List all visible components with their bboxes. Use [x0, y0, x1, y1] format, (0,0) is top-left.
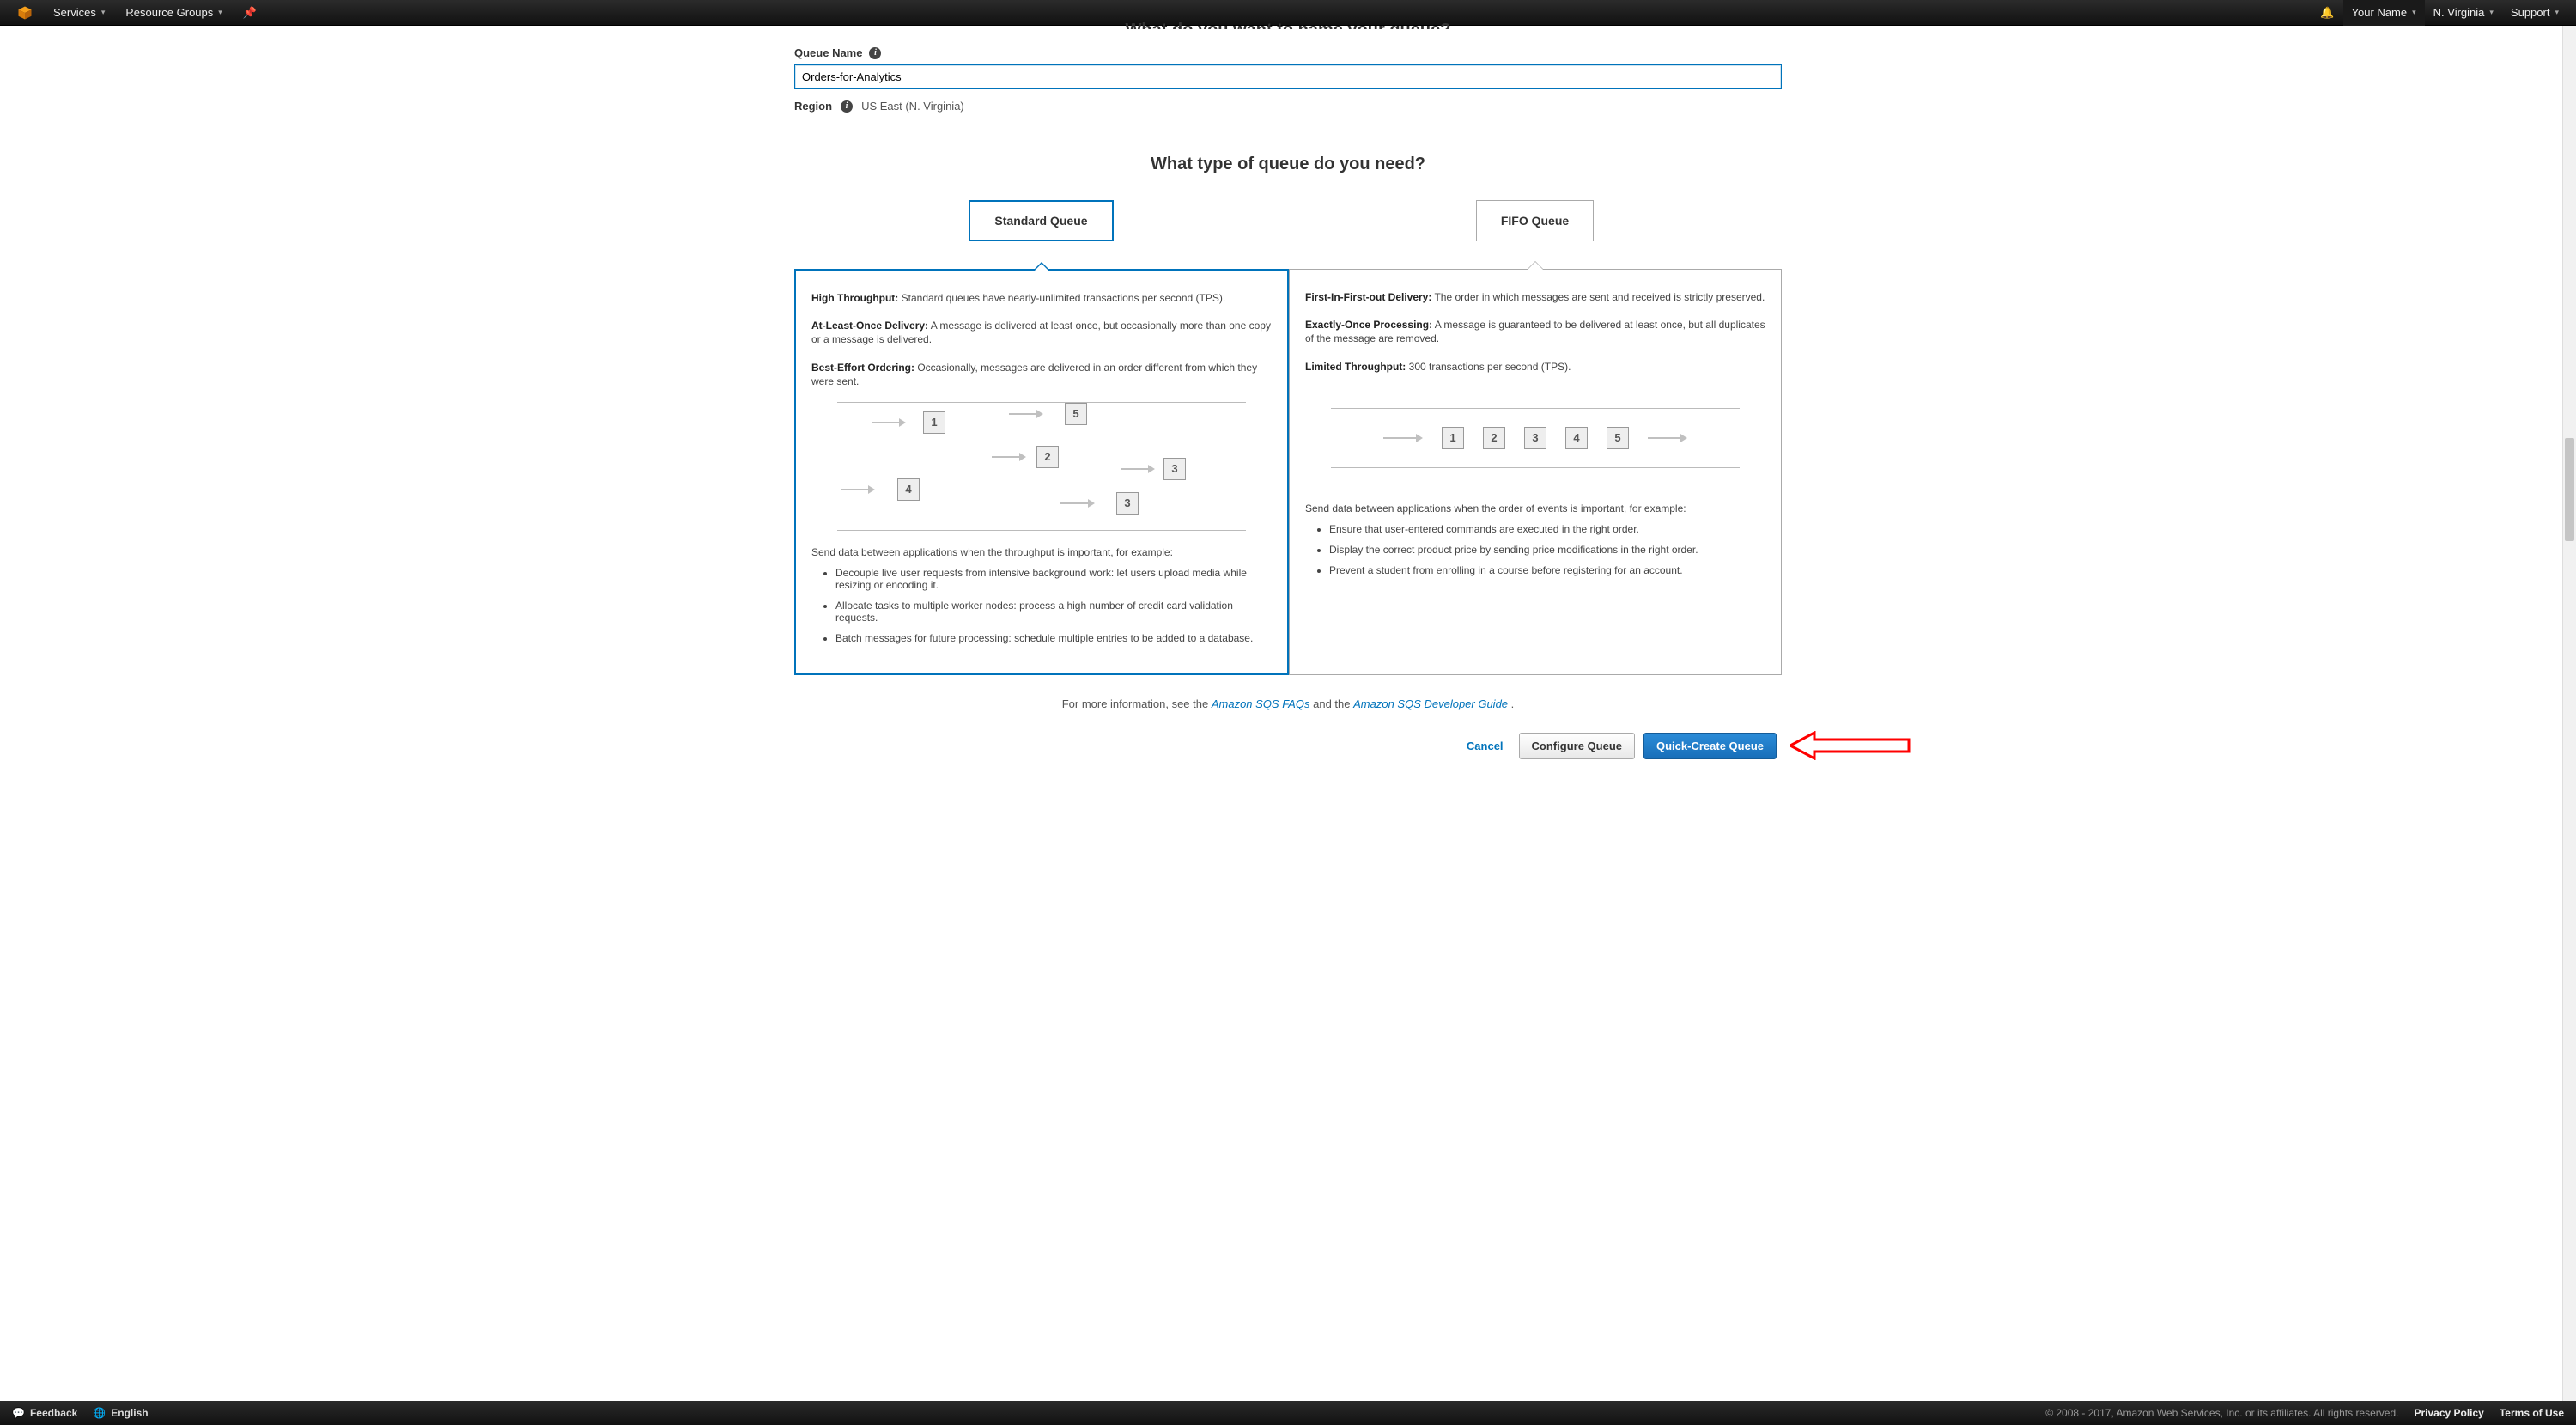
- queue-type-heading: What type of queue do you need?: [794, 155, 1782, 174]
- scrollbar-thumb[interactable]: [2565, 438, 2574, 541]
- main-content: What do you want to name your queue? Que…: [794, 21, 1782, 828]
- queue-name-input[interactable]: [794, 64, 1782, 89]
- tab-fifo-queue[interactable]: FIFO Queue: [1476, 200, 1594, 241]
- diagram-box: 1: [1442, 427, 1464, 449]
- top-nav-left: Services ▾ Resource Groups ▾ 📌: [9, 0, 265, 26]
- fifo-feature-2: Exactly-Once Processing: A message is gu…: [1305, 318, 1765, 345]
- cancel-link[interactable]: Cancel: [1467, 740, 1504, 752]
- fifo-usecase-intro: Send data between applications when the …: [1305, 502, 1765, 515]
- bell-icon: 🔔: [2320, 6, 2334, 20]
- list-item: Display the correct product price by sen…: [1329, 544, 1765, 556]
- link-sqs-dev-guide[interactable]: Amazon SQS Developer Guide: [1353, 697, 1508, 710]
- resource-groups-menu[interactable]: Resource Groups ▾: [117, 0, 230, 26]
- card-pointer: [1033, 262, 1050, 271]
- list-item: Ensure that user-entered commands are ex…: [1329, 523, 1765, 535]
- privacy-policy-link[interactable]: Privacy Policy: [2414, 1407, 2483, 1419]
- diagram-box: 2: [1036, 446, 1059, 468]
- resource-groups-label: Resource Groups: [125, 6, 213, 19]
- action-row: Cancel Configure Queue Quick-Create Queu…: [794, 733, 1782, 759]
- chevron-down-icon: ▾: [2412, 8, 2416, 17]
- region-menu[interactable]: N. Virginia ▾: [2425, 0, 2502, 26]
- tab-standard-queue[interactable]: Standard Queue: [969, 200, 1113, 241]
- chevron-down-icon: ▾: [101, 8, 106, 17]
- account-label: Your Name: [2352, 6, 2408, 19]
- chevron-down-icon: ▾: [2489, 8, 2494, 17]
- standard-usecase-intro: Send data between applications when the …: [811, 546, 1272, 558]
- support-label: Support: [2511, 6, 2550, 19]
- terms-of-use-link[interactable]: Terms of Use: [2500, 1407, 2564, 1419]
- standard-feature-2: At-Least-Once Delivery: A message is del…: [811, 319, 1272, 346]
- annotation-arrow: [1790, 731, 1911, 763]
- queue-type-tabs: Standard Queue FIFO Queue: [794, 200, 1782, 241]
- diagram-box: 3: [1524, 427, 1546, 449]
- info-icon[interactable]: i: [841, 100, 853, 113]
- services-menu[interactable]: Services ▾: [45, 0, 113, 26]
- standard-feature-3: Best-Effort Ordering: Occasionally, mess…: [811, 361, 1272, 388]
- fifo-usecase-list: Ensure that user-entered commands are ex…: [1305, 523, 1765, 576]
- feedback-link[interactable]: 💬 Feedback: [12, 1407, 77, 1419]
- pin-icon: 📌: [243, 6, 257, 20]
- support-menu[interactable]: Support ▾: [2502, 0, 2567, 26]
- account-menu[interactable]: Your Name ▾: [2343, 0, 2425, 26]
- card-standard-queue[interactable]: High Throughput: Standard queues have ne…: [794, 269, 1289, 675]
- diagram-box: 3: [1116, 492, 1139, 515]
- link-sqs-faqs[interactable]: Amazon SQS FAQs: [1212, 697, 1310, 710]
- region-label: N. Virginia: [2433, 6, 2485, 19]
- queue-type-cards: High Throughput: Standard queues have ne…: [794, 269, 1782, 675]
- diagram-box: 4: [1565, 427, 1588, 449]
- cube-icon: [17, 5, 33, 21]
- diagram-box: 3: [1163, 458, 1186, 480]
- page-title-partial: What do you want to name your queue?: [794, 21, 1782, 29]
- chevron-down-icon: ▾: [218, 8, 222, 17]
- list-item: Prevent a student from enrolling in a co…: [1329, 564, 1765, 576]
- aws-logo[interactable]: [9, 0, 41, 26]
- diagram-box: 5: [1065, 403, 1087, 425]
- arrow-icon: [1383, 434, 1423, 442]
- copyright-text: © 2008 - 2017, Amazon Web Services, Inc.…: [2045, 1407, 2398, 1419]
- configure-queue-button[interactable]: Configure Queue: [1519, 733, 1635, 759]
- footer: 💬 Feedback 🌐 English © 2008 - 2017, Amaz…: [0, 1401, 2576, 1425]
- diagram-box: 2: [1483, 427, 1505, 449]
- pin-shortcut[interactable]: 📌: [234, 0, 265, 26]
- list-item: Batch messages for future processing: sc…: [835, 632, 1272, 644]
- card-pointer: [1527, 261, 1544, 270]
- fifo-feature-1: First-In-First-out Delivery: The order i…: [1305, 290, 1765, 304]
- diagram-box: 5: [1607, 427, 1629, 449]
- vertical-scrollbar[interactable]: [2562, 26, 2576, 1401]
- standard-feature-1: High Throughput: Standard queues have ne…: [811, 291, 1272, 305]
- queue-name-label: Queue Name: [794, 46, 862, 59]
- list-item: Allocate tasks to multiple worker nodes:…: [835, 600, 1272, 624]
- chat-icon: 💬: [12, 1407, 25, 1419]
- more-info: For more information, see the Amazon SQS…: [794, 697, 1782, 710]
- info-icon[interactable]: i: [869, 47, 881, 59]
- region-row: Region i US East (N. Virginia): [794, 100, 1782, 125]
- chevron-down-icon: ▾: [2555, 8, 2559, 17]
- diagram-box: 4: [897, 478, 920, 501]
- diagram-box: 1: [923, 411, 945, 434]
- arrow-icon: [1648, 434, 1687, 442]
- standard-diagram: 1 5 2 3 4 3: [837, 402, 1246, 531]
- region-value: US East (N. Virginia): [861, 100, 964, 113]
- quick-create-queue-button[interactable]: Quick-Create Queue: [1643, 733, 1777, 759]
- region-label: Region: [794, 100, 832, 113]
- queue-name-label-row: Queue Name i: [794, 46, 1782, 59]
- top-nav-right: 🔔 Your Name ▾ N. Virginia ▾ Support ▾: [2312, 0, 2567, 26]
- services-label: Services: [53, 6, 96, 19]
- globe-icon: 🌐: [93, 1407, 106, 1419]
- fifo-diagram: 1 2 3 4 5: [1331, 408, 1740, 468]
- standard-usecase-list: Decouple live user requests from intensi…: [811, 567, 1272, 644]
- language-selector[interactable]: 🌐 English: [93, 1407, 148, 1419]
- list-item: Decouple live user requests from intensi…: [835, 567, 1272, 591]
- fifo-feature-3: Limited Throughput: 300 transactions per…: [1305, 360, 1765, 374]
- notifications[interactable]: 🔔: [2312, 0, 2342, 26]
- card-fifo-queue[interactable]: First-In-First-out Delivery: The order i…: [1289, 269, 1782, 675]
